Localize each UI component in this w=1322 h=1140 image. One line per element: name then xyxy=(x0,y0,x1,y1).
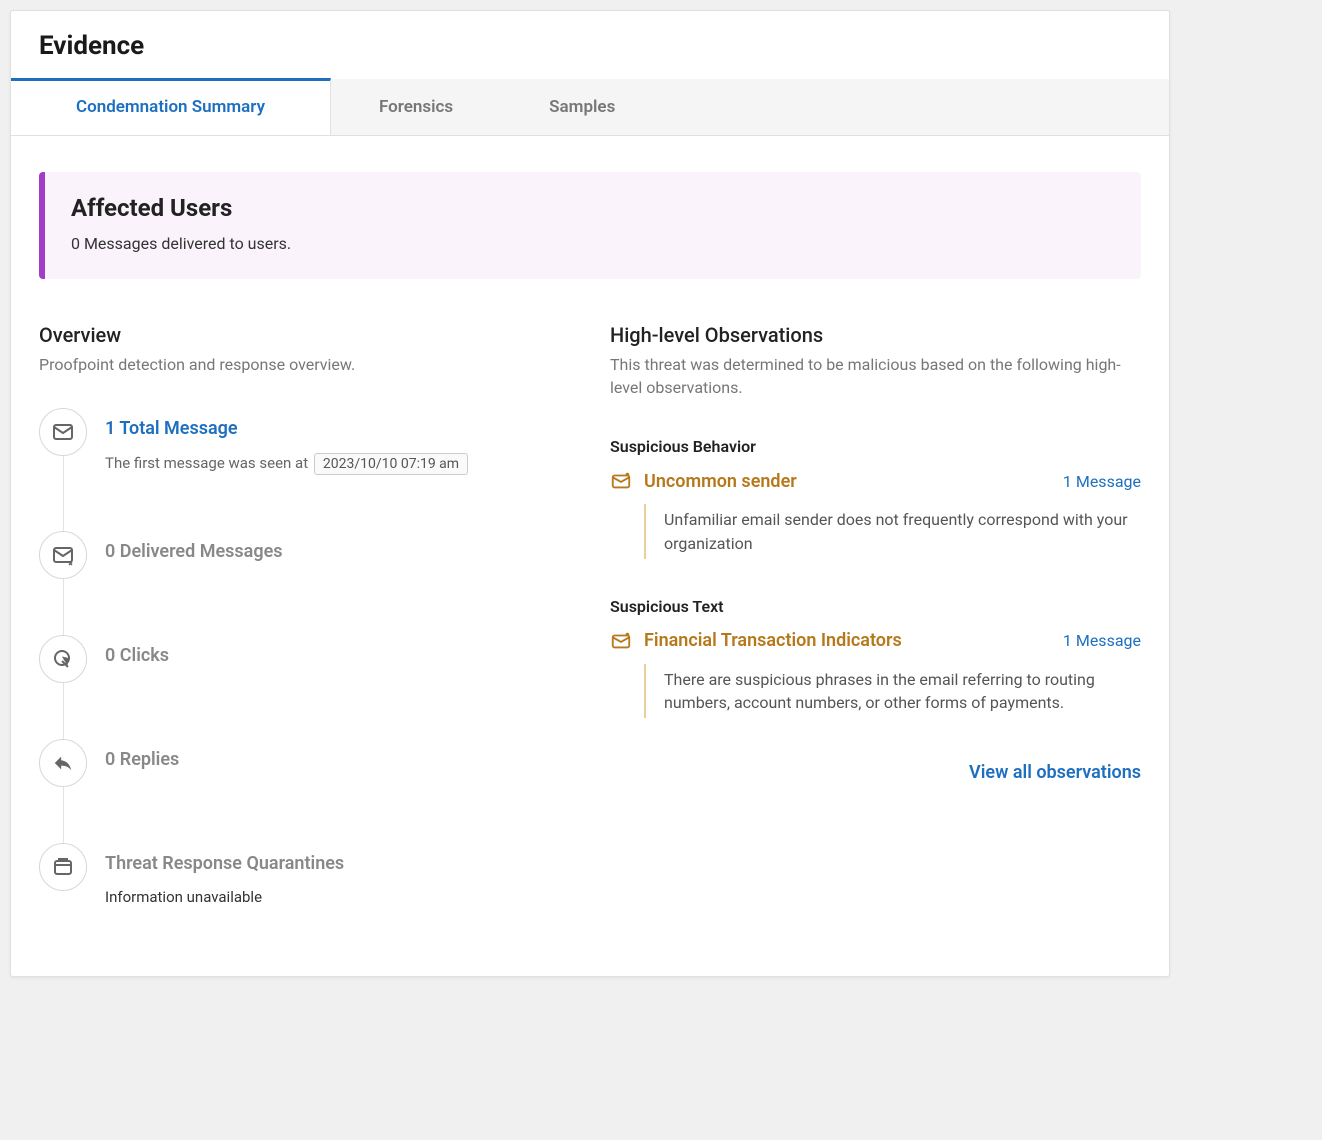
first-seen-label: The first message was seen at xyxy=(105,454,308,472)
first-seen-timestamp: 2023/10/10 07:19 am xyxy=(314,453,468,475)
obs-title: Financial Transaction Indicators xyxy=(644,630,1051,651)
click-icon xyxy=(39,635,87,683)
timeline-item-clicks: 0 Clicks xyxy=(39,635,570,739)
evidence-panel: Evidence Condemnation Summary Forensics … xyxy=(10,10,1170,977)
obs-count: 1 Message xyxy=(1063,631,1141,650)
delivered-messages-title: 0 Delivered Messages xyxy=(105,541,283,562)
total-messages-title: 1 Total Message xyxy=(105,418,468,439)
tab-condemnation-summary[interactable]: Condemnation Summary xyxy=(11,78,331,135)
overview-heading: Overview xyxy=(39,323,570,347)
reply-icon xyxy=(39,739,87,787)
affected-users-subtitle: 0 Messages delivered to users. xyxy=(71,234,1115,253)
panel-body: Affected Users 0 Messages delivered to u… xyxy=(11,136,1169,916)
tab-bar: Condemnation Summary Forensics Samples xyxy=(11,79,1169,136)
quarantines-title: Threat Response Quarantines xyxy=(105,853,344,874)
overview-timeline: 1 Total Message The first message was se… xyxy=(39,408,570,906)
observations-subheading: This threat was determined to be malicio… xyxy=(610,353,1141,399)
mail-flag-icon xyxy=(610,470,632,492)
timeline-item-replies: 0 Replies xyxy=(39,739,570,843)
quarantine-icon xyxy=(39,843,87,891)
affected-users-banner: Affected Users 0 Messages delivered to u… xyxy=(39,172,1141,279)
view-all-row: View all observations xyxy=(610,762,1141,783)
obs-group-behavior-title: Suspicious Behavior xyxy=(610,437,1141,456)
total-messages-subtitle: The first message was seen at 2023/10/10… xyxy=(105,453,468,475)
observations-column: High-level Observations This threat was … xyxy=(610,323,1141,906)
quarantines-subtitle: Information unavailable xyxy=(105,888,344,906)
obs-description: There are suspicious phrases in the emai… xyxy=(644,664,1141,718)
replies-title: 0 Replies xyxy=(105,749,179,770)
timeline-item-quarantines: Threat Response Quarantines Information … xyxy=(39,843,570,906)
panel-title: Evidence xyxy=(11,11,1169,79)
overview-column: Overview Proofpoint detection and respon… xyxy=(39,323,570,906)
obs-financial-indicators[interactable]: Financial Transaction Indicators 1 Messa… xyxy=(610,630,1141,652)
observations-heading: High-level Observations xyxy=(610,323,1141,347)
mail-flag-icon xyxy=(610,630,632,652)
obs-title: Uncommon sender xyxy=(644,471,1051,492)
view-all-observations-link[interactable]: View all observations xyxy=(969,762,1141,783)
clicks-title: 0 Clicks xyxy=(105,645,169,666)
tab-forensics[interactable]: Forensics xyxy=(331,79,501,135)
mail-icon xyxy=(39,408,87,456)
overview-subheading: Proofpoint detection and response overvi… xyxy=(39,353,570,376)
mail-alert-icon xyxy=(39,531,87,579)
tab-samples[interactable]: Samples xyxy=(501,79,663,135)
obs-group-text-title: Suspicious Text xyxy=(610,597,1141,616)
timeline-item-total-messages: 1 Total Message The first message was se… xyxy=(39,408,570,531)
timeline-item-delivered: 0 Delivered Messages xyxy=(39,531,570,635)
obs-count: 1 Message xyxy=(1063,472,1141,491)
affected-users-title: Affected Users xyxy=(71,194,1115,222)
obs-description: Unfamiliar email sender does not frequen… xyxy=(644,504,1141,558)
obs-uncommon-sender[interactable]: Uncommon sender 1 Message xyxy=(610,470,1141,492)
